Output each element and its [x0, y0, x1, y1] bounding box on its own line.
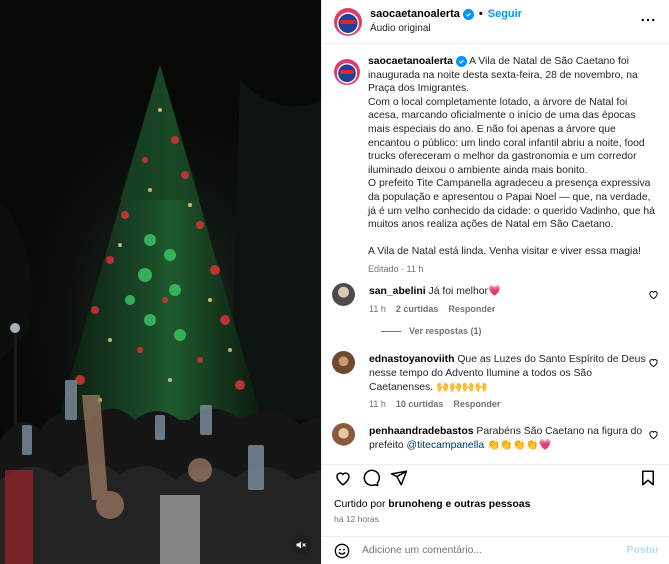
caption-username[interactable]: saocaetanoalerta: [368, 56, 453, 67]
commenter-username[interactable]: san_abelini: [369, 286, 426, 297]
comment-like-button[interactable]: [648, 289, 659, 303]
audio-link[interactable]: Áudio original: [370, 23, 431, 34]
comment-like-button[interactable]: [648, 429, 659, 443]
post-comment-button[interactable]: Postar: [627, 545, 659, 556]
comment-time: 11 h: [369, 304, 386, 314]
comment-item: penhaandradebastos Parabéns São Caetano …: [332, 423, 659, 455]
commenter-username[interactable]: ednastoyanoviith: [369, 354, 454, 365]
comment-likes[interactable]: 10 curtidas: [396, 399, 444, 409]
comment-button[interactable]: [362, 469, 380, 490]
more-options-button[interactable]: [639, 11, 657, 32]
caption-meta: Editado · 11 h: [368, 264, 424, 275]
author-username[interactable]: saocaetanoalerta: [370, 8, 460, 20]
reply-button[interactable]: Responder: [448, 304, 495, 314]
comment-item: ednastoyanoviith Que as Luzes do Santo E…: [332, 351, 659, 411]
comment-meta: 11 h 10 curtidas Responder: [369, 399, 500, 409]
caption-author-avatar[interactable]: [334, 59, 360, 85]
comment-like-button[interactable]: [648, 357, 659, 371]
commenter-avatar[interactable]: [332, 351, 355, 374]
heart-outline-icon: [336, 472, 350, 486]
header-user-row: saocaetanoalerta • Seguir: [370, 8, 522, 20]
view-replies-button[interactable]: Ver respostas (1): [381, 326, 482, 336]
commenter-username[interactable]: penhaandradebastos: [369, 426, 474, 437]
reply-button[interactable]: Responder: [453, 399, 500, 409]
christmas-tree-photo: [0, 0, 321, 564]
comment-time: 11 h: [369, 399, 386, 409]
more-horizontal-icon: [641, 18, 655, 22]
comment-likes[interactable]: 2 curtidas: [396, 304, 439, 314]
post-side-panel: saocaetanoalerta • Seguir Áudio original…: [321, 0, 669, 564]
likes-summary: Curtido por brunoheng e outras pessoas: [334, 499, 530, 510]
save-button[interactable]: [639, 469, 657, 490]
comment-meta: 11 h 2 curtidas Responder: [369, 304, 495, 314]
liker-username[interactable]: brunoheng: [388, 499, 442, 510]
post-actions-bar: [322, 464, 669, 492]
add-comment-bar: Postar: [322, 536, 669, 564]
muted-speaker-icon: [296, 541, 306, 549]
comments-scroll-area[interactable]: saocaetanoalerta A Vila de Natal de São …: [322, 45, 669, 455]
caption-paragraph-3: O prefeito Tite Campanella agradeceu a p…: [368, 178, 655, 231]
post-caption: saocaetanoalerta A Vila de Natal de São …: [368, 55, 658, 277]
heart-outline-icon: [649, 291, 658, 300]
comment-text: san_abelini Já foi melhor💗: [369, 285, 649, 299]
likes-prefix: Curtido por: [334, 499, 389, 510]
author-avatar[interactable]: [334, 8, 362, 36]
paper-plane-icon: [390, 470, 408, 486]
likes-others-link[interactable]: e outras pessoas: [443, 499, 530, 510]
mention-link[interactable]: @titecampanella: [407, 440, 485, 451]
dot-separator: •: [478, 8, 483, 20]
comment-text: penhaandradebastos Parabéns São Caetano …: [369, 425, 649, 453]
comment-text: ednastoyanoviith Que as Luzes do Santo E…: [369, 353, 649, 395]
commenter-avatar[interactable]: [332, 423, 355, 446]
caption-paragraph-2: Com o local completamente lotado, a árvo…: [368, 96, 645, 176]
commenter-avatar[interactable]: [332, 283, 355, 306]
comment-body: Já foi melhor💗: [428, 286, 501, 297]
verified-badge-icon: [462, 8, 474, 20]
comment-item: san_abelini Já foi melhor💗 11 h 2 curtid…: [332, 283, 659, 343]
mute-button[interactable]: [291, 535, 311, 555]
bookmark-icon: [642, 470, 654, 486]
view-replies-label: Ver respostas (1): [409, 326, 482, 336]
like-button[interactable]: [334, 469, 352, 490]
post-media[interactable]: [0, 0, 321, 564]
comment-input[interactable]: [362, 545, 602, 556]
comment-bubble-icon: [363, 469, 380, 487]
post-header: saocaetanoalerta • Seguir Áudio original: [322, 0, 669, 44]
verified-badge-icon: [455, 56, 467, 67]
comment-body-end: 👏👏👏👏💗: [484, 440, 552, 451]
heart-outline-icon: [649, 359, 658, 368]
heart-outline-icon: [649, 431, 658, 440]
follow-button[interactable]: Seguir: [488, 8, 522, 20]
caption-paragraph-4: A Vila de Natal está linda. Venha visita…: [368, 245, 642, 257]
smiley-icon: [334, 543, 350, 559]
emoji-button[interactable]: [334, 543, 350, 562]
post-timestamp[interactable]: há 12 horas: [334, 514, 379, 524]
share-button[interactable]: [390, 469, 408, 490]
